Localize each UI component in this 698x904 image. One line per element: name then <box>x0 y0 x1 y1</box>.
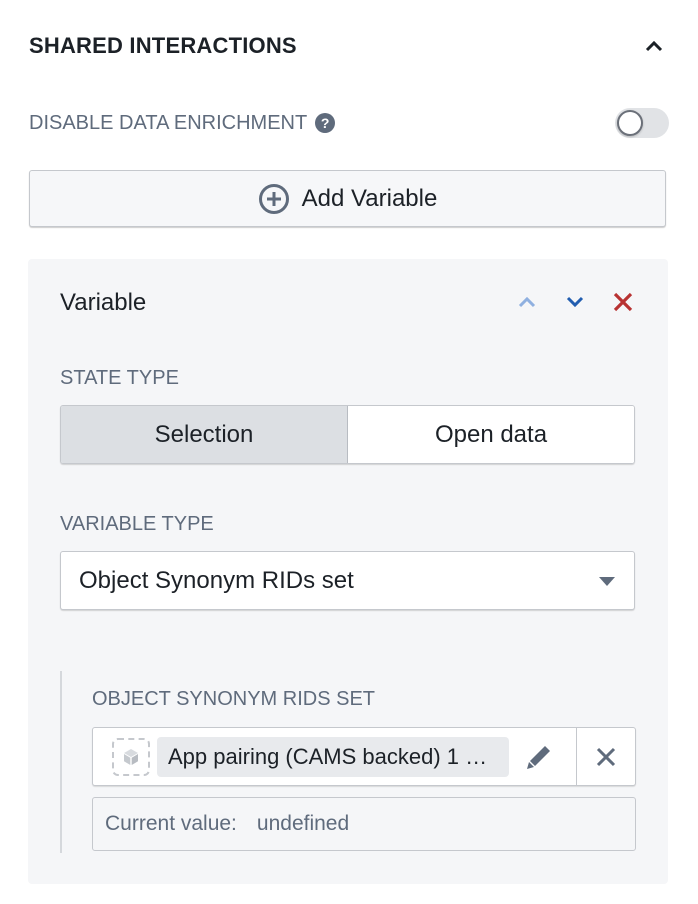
chevron-down-icon <box>566 296 584 308</box>
help-icon[interactable]: ? <box>315 113 336 133</box>
object-set-label: OBJECT SYNONYM RIDS SET <box>92 688 376 710</box>
state-type-option-selection[interactable]: Selection <box>61 406 348 463</box>
variable-type-select[interactable]: Object Synonym RIDs set <box>60 551 635 610</box>
current-value: undefined <box>256 812 350 835</box>
clear-object-set-button[interactable] <box>576 728 635 785</box>
variable-type-label: VARIABLE TYPE <box>60 513 214 535</box>
pencil-icon <box>527 745 550 769</box>
disable-enrichment-label: DISABLE DATA ENRICHMENT <box>29 111 308 134</box>
toggle-knob <box>617 110 643 136</box>
move-up-button[interactable] <box>512 287 542 317</box>
object-placeholder <box>112 737 150 776</box>
object-set-chip[interactable]: App pairing (CAMS backed) 1 … <box>157 736 509 777</box>
close-icon <box>613 292 633 312</box>
section-header: SHARED INTERACTIONS <box>29 28 669 64</box>
variable-type-value: Object Synonym RIDs set <box>79 566 354 594</box>
add-variable-label: Add Variable <box>301 184 438 212</box>
current-value-box: Current value: undefined <box>92 797 636 851</box>
variable-card: Variable STATE TYPE Selection Open data … <box>28 259 668 884</box>
section-title: SHARED INTERACTIONS <box>29 33 297 58</box>
variable-title: Variable <box>60 289 147 316</box>
object-set-section: OBJECT SYNONYM RIDS SET App pairing (CAM… <box>60 671 637 853</box>
object-set-input[interactable]: App pairing (CAMS backed) 1 … <box>92 727 636 786</box>
collapse-button[interactable] <box>639 31 669 61</box>
plus-circle-icon <box>258 183 289 214</box>
close-icon <box>596 747 616 766</box>
chevron-up-icon <box>645 40 663 52</box>
variable-actions <box>512 287 638 317</box>
delete-variable-button[interactable] <box>608 287 638 317</box>
disable-enrichment-toggle[interactable] <box>615 108 669 138</box>
state-type-option-open-data[interactable]: Open data <box>348 406 634 463</box>
chevron-up-icon <box>518 296 536 308</box>
state-type-segmented-control: Selection Open data <box>60 405 635 464</box>
caret-down-icon <box>599 576 615 586</box>
move-down-button[interactable] <box>560 287 590 317</box>
add-variable-button[interactable]: Add Variable <box>29 170 666 227</box>
cube-icon <box>124 748 138 765</box>
edit-object-set-button[interactable] <box>514 737 564 777</box>
state-type-label: STATE TYPE <box>60 367 179 389</box>
current-value-label: Current value: <box>105 812 237 835</box>
disable-enrichment-row: DISABLE DATA ENRICHMENT ? <box>29 106 669 140</box>
